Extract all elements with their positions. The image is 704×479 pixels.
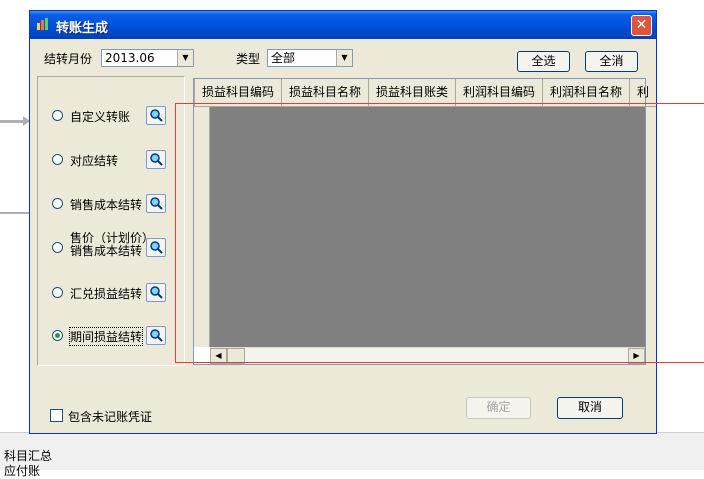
type-value: 全部 [271, 51, 296, 65]
option-planned-price-sales-cost[interactable]: 售价（计划价） 销售成本结转 [52, 232, 180, 258]
type-select[interactable]: 全部 ▼ [267, 49, 353, 67]
background-bottom-panel [0, 432, 704, 470]
search-icon[interactable] [146, 238, 166, 257]
option-corresponding-transfer[interactable]: 对应结转 [52, 150, 180, 170]
radio-sales-cost-transfer[interactable] [52, 198, 63, 209]
option-period-profit-loss[interactable]: 期间损益结转 [52, 326, 180, 346]
option-label: 售价（计划价） 销售成本结转 [70, 232, 154, 258]
radio-corresponding-transfer[interactable] [52, 154, 63, 165]
option-label-line2: 销售成本结转 [70, 244, 143, 258]
search-icon[interactable] [146, 194, 166, 213]
title-bar[interactable]: 转账生成 ✕ [30, 11, 656, 39]
chevron-down-icon[interactable]: ▼ [336, 50, 352, 66]
window-title: 转账生成 [56, 21, 109, 36]
type-label: 类型 [236, 52, 261, 66]
ok-button[interactable]: 确定 [466, 397, 531, 419]
option-label: 销售成本结转 [70, 198, 143, 212]
option-exchange-gain-loss[interactable]: 汇兑损益结转 [52, 283, 180, 303]
clear-all-button[interactable]: 全消 [585, 51, 638, 72]
search-icon[interactable] [146, 150, 166, 169]
background-connector-line [0, 212, 30, 214]
option-label: 对应结转 [70, 154, 119, 168]
search-icon[interactable] [146, 283, 166, 302]
option-label: 期间损益结转 [68, 327, 144, 346]
month-label: 结转月份 [44, 52, 93, 66]
radio-period-profit-loss[interactable] [52, 330, 63, 341]
background-arrow [0, 116, 30, 126]
app-chart-icon [37, 18, 48, 30]
option-custom-transfer[interactable]: 自定义转账 [52, 106, 180, 126]
close-button[interactable]: ✕ [631, 15, 652, 36]
cancel-button[interactable]: 取消 [557, 397, 623, 419]
radio-planned-price-sales-cost[interactable] [52, 242, 63, 253]
select-all-button[interactable]: 全选 [517, 51, 570, 72]
option-sales-cost-transfer[interactable]: 销售成本结转 [52, 194, 180, 214]
highlight-rectangle [175, 103, 704, 363]
month-select[interactable]: 2013.06 ▼ [101, 49, 194, 67]
search-icon[interactable] [146, 326, 166, 345]
chevron-down-icon[interactable]: ▼ [177, 50, 193, 66]
search-icon[interactable] [146, 106, 166, 125]
include-unposted-checkbox[interactable] [50, 409, 63, 422]
option-label: 汇兑损益结转 [70, 287, 143, 301]
transfer-type-panel: 自定义转账 对应结转 销售成本结转 售价（计划价） 销售成本结转 汇兑损益结转 … [37, 76, 185, 366]
option-label: 自定义转账 [70, 110, 131, 124]
radio-custom-transfer[interactable] [52, 110, 63, 121]
background-item-payable[interactable]: 应付账 [4, 462, 40, 479]
option-label-line1: 售价（计划价） [70, 231, 155, 245]
month-value: 2013.06 [105, 51, 155, 65]
radio-exchange-gain-loss[interactable] [52, 287, 63, 298]
include-unposted-label: 包含未记账凭证 [68, 410, 153, 424]
